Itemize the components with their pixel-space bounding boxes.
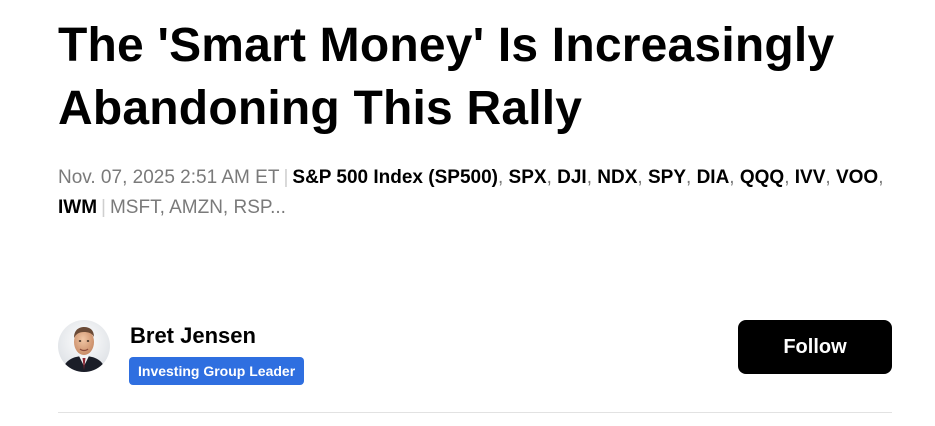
- ticker-link[interactable]: VOO: [836, 167, 878, 188]
- article-meta: Nov. 07, 2025 2:51 AM ET | S&P 500 Index (…: [58, 163, 892, 223]
- ticker-comma: ,: [497, 167, 504, 188]
- author-name-link[interactable]: Bret Jensen: [130, 323, 256, 349]
- ticker-link[interactable]: IVV: [795, 167, 826, 188]
- publish-date: Nov. 07, 2025 2:51 AM ET: [58, 167, 280, 188]
- ticker-link[interactable]: SPX: [509, 167, 547, 188]
- author-badge[interactable]: Investing Group Leader: [129, 357, 305, 385]
- ticker-link[interactable]: DIA: [697, 167, 730, 188]
- ticker-link[interactable]: IWM: [58, 197, 97, 218]
- ticker-link[interactable]: S&P 500 Index (SP500): [292, 167, 498, 188]
- ticker-comma: ,: [586, 167, 592, 188]
- ticker-comma: ,: [546, 167, 552, 188]
- ticker-comma: ,: [729, 167, 735, 188]
- ticker-comma: ,: [825, 167, 831, 188]
- article-title: The 'Smart Money' Is Increasingly Abando…: [58, 19, 835, 135]
- ticker-link[interactable]: DJI: [557, 167, 587, 188]
- ticker-link[interactable]: SPY: [648, 167, 686, 188]
- meta-separator: |: [283, 167, 289, 188]
- ticker-link[interactable]: QQQ: [740, 167, 784, 188]
- follow-button[interactable]: Follow: [738, 320, 892, 374]
- more-tickers-link[interactable]: MSFT, AMZN, RSP...: [110, 197, 286, 218]
- ticker-comma: ,: [637, 167, 643, 188]
- ticker-comma: ,: [784, 167, 790, 188]
- author-photo-icon: [58, 320, 110, 372]
- ticker-link[interactable]: NDX: [597, 167, 637, 188]
- ticker-comma: ,: [686, 167, 692, 188]
- avatar[interactable]: [58, 320, 110, 372]
- meta-separator: |: [101, 197, 106, 218]
- article-header: The 'Smart Money' Is Increasingly Abando…: [58, 0, 892, 223]
- author-row: Bret Jensen Investing Group Leader Follo…: [58, 320, 892, 390]
- divider: [58, 412, 892, 413]
- ticker-comma: ,: [878, 167, 884, 188]
